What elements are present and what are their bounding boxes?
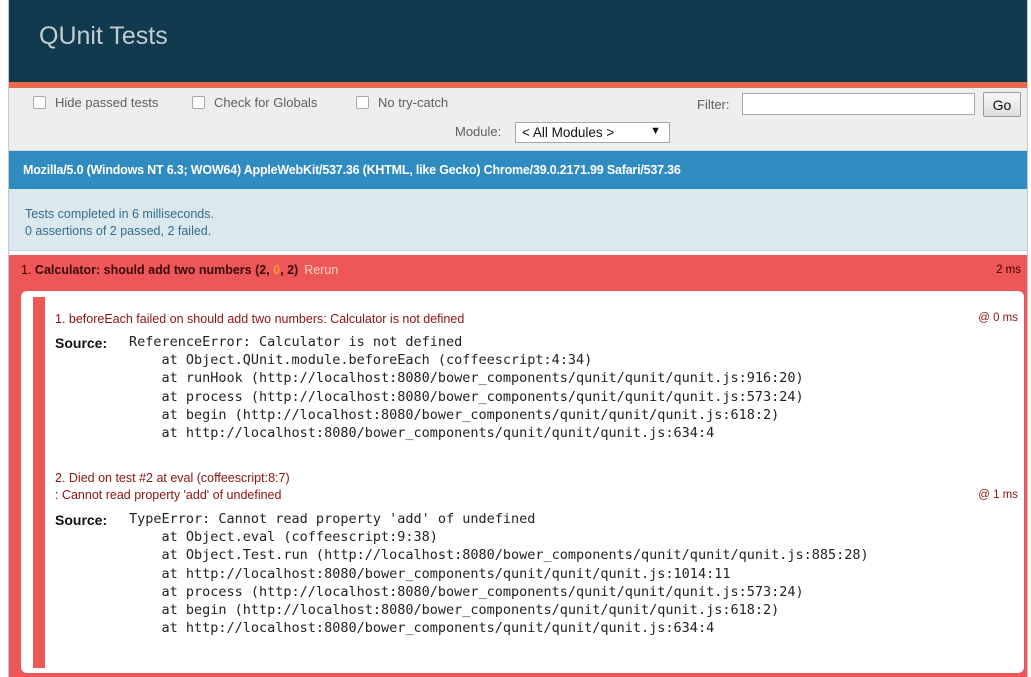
- no-try-catch-checkbox[interactable]: No try-catch: [356, 95, 448, 110]
- check-globals-label: Check for Globals: [214, 95, 318, 110]
- result-counts: 0 assertions of 2 passed, 2 failed.: [25, 224, 212, 238]
- result-time: Tests completed in 6 milliseconds.: [25, 207, 214, 221]
- module-select-value: < All Modules >: [522, 125, 615, 140]
- qunit-page: QUnit Tests Hide passed tests Check for …: [8, 0, 1028, 677]
- assertion-runtime: @ 0 ms: [978, 312, 1018, 324]
- assertion-message: 1. beforeEach failed on should add two n…: [55, 312, 465, 326]
- dropdown-arrow-icon: ▼: [650, 125, 661, 137]
- checkbox-box[interactable]: [192, 96, 205, 109]
- assertion-list: 1. beforeEach failed on should add two n…: [21, 291, 1024, 673]
- check-globals-checkbox[interactable]: Check for Globals: [192, 95, 317, 110]
- source-label: Source:: [55, 512, 108, 528]
- hide-passed-checkbox[interactable]: Hide passed tests: [33, 95, 158, 110]
- rerun-link[interactable]: Rerun: [304, 263, 338, 277]
- test-name[interactable]: Calculator: should add two numbers: [35, 263, 252, 277]
- module-select[interactable]: < All Modules > ▼: [515, 122, 670, 143]
- assertion-message: 2. Died on test #2 at eval (coffeescript…: [55, 471, 290, 485]
- test-result-summary: Tests completed in 6 milliseconds. 0 ass…: [9, 189, 1027, 251]
- test-index: 1.: [21, 263, 32, 277]
- total-count: 2: [287, 263, 295, 277]
- fail-marker: [33, 297, 45, 668]
- checkbox-box[interactable]: [33, 96, 46, 109]
- test-item-failed: 1. Calculator: should add two numbers (2…: [9, 255, 1027, 677]
- qunit-toolbar: Hide passed tests Check for Globals No t…: [9, 88, 1027, 151]
- user-agent-banner: Mozilla/5.0 (Windows NT 6.3; WOW64) Appl…: [9, 151, 1027, 189]
- failed-count: 2: [259, 263, 267, 277]
- assertion-message-detail: : Cannot read property 'add' of undefine…: [55, 488, 282, 502]
- passed-count: 0: [273, 263, 281, 277]
- source-label: Source:: [55, 335, 108, 351]
- page-title[interactable]: QUnit Tests: [39, 22, 168, 51]
- filter-label: Filter:: [697, 97, 730, 112]
- no-try-catch-label: No try-catch: [378, 95, 449, 110]
- assertion-runtime: @ 1 ms: [978, 489, 1018, 501]
- test-runtime: 2 ms: [996, 264, 1021, 276]
- source-stack: TypeError: Cannot read property 'add' of…: [129, 511, 869, 637]
- qunit-header: QUnit Tests: [9, 0, 1027, 88]
- filter-input[interactable]: [742, 93, 975, 115]
- source-stack: ReferenceError: Calculator is not define…: [129, 334, 804, 442]
- module-label: Module:: [455, 124, 502, 139]
- go-button[interactable]: Go: [983, 92, 1021, 117]
- test-header[interactable]: 1. Calculator: should add two numbers (2…: [21, 263, 338, 277]
- hide-passed-label: Hide passed tests: [55, 95, 159, 110]
- checkbox-box[interactable]: [356, 96, 369, 109]
